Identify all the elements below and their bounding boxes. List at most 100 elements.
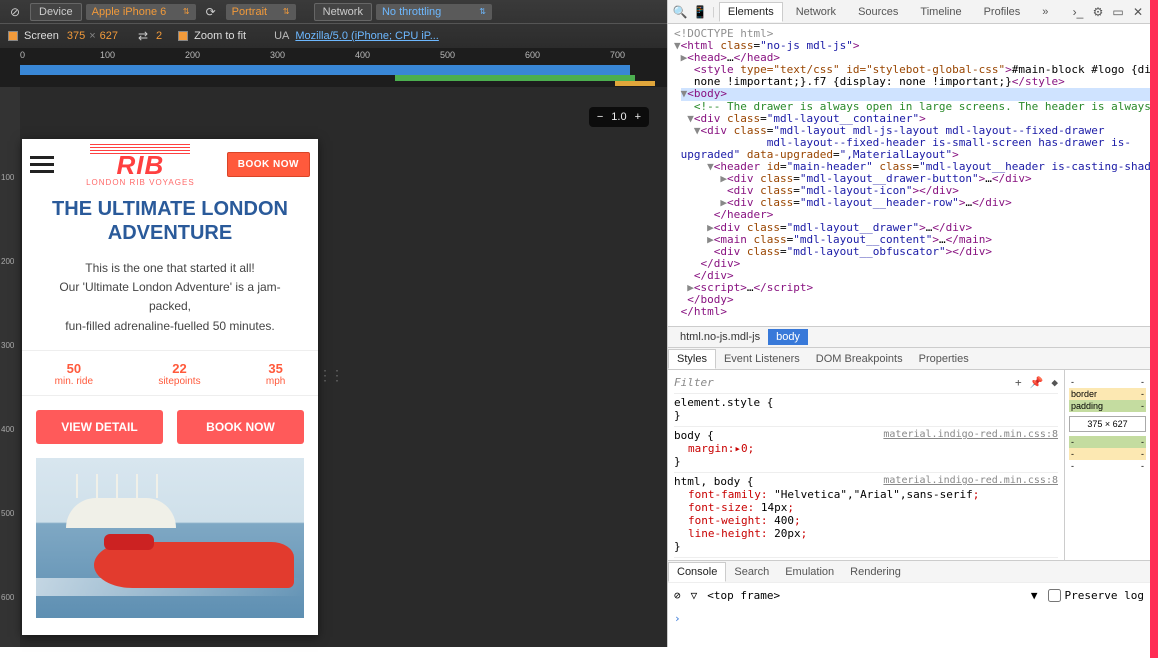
devtools-panel: 🔍 📱 | Elements Network Sources Timeline … xyxy=(667,0,1150,647)
ua-value[interactable]: Mozilla/5.0 (iPhone; CPU iP... xyxy=(295,30,438,42)
devtools-toolbar: 🔍 📱 | Elements Network Sources Timeline … xyxy=(668,0,1150,24)
subtab-dom-breakpoints[interactable]: DOM Breakpoints xyxy=(808,350,911,368)
toggle-arrow[interactable]: ▶ xyxy=(687,281,694,294)
css-source-link[interactable]: material.indigo-red.min.css:8 xyxy=(883,429,1058,440)
context-select[interactable]: <top frame> xyxy=(707,589,780,602)
tab-network[interactable]: Network xyxy=(787,2,845,22)
hamburger-icon[interactable] xyxy=(30,152,54,176)
drawer-tab-search[interactable]: Search xyxy=(726,563,777,581)
inspect-icon[interactable]: 🔍 xyxy=(672,4,688,20)
device-mode-icon[interactable]: 📱 xyxy=(692,4,708,20)
device-select[interactable]: Apple iPhone 6 ⇅ xyxy=(86,4,196,20)
hero-title: THE ULTIMATE LONDON ADVENTURE xyxy=(22,189,318,251)
device-value: Apple iPhone 6 xyxy=(92,6,167,18)
styles-rules[interactable]: Filter + 📌 ◆ element.style {} material.i… xyxy=(668,370,1064,560)
dom-tree[interactable]: <!DOCTYPE html> ▼<html class="no-js mdl-… xyxy=(668,24,1150,326)
tab-timeline[interactable]: Timeline xyxy=(911,2,970,22)
chevron-icon: ⇅ xyxy=(283,7,290,16)
screen-checkbox[interactable] xyxy=(8,31,18,41)
toggle-arrow[interactable]: ▼ xyxy=(674,39,681,52)
crumb-html[interactable]: html.no-js.mdl-js xyxy=(672,329,768,345)
ruler-tick: 600 xyxy=(1,593,14,602)
throttling-select[interactable]: No throttling⇅ xyxy=(376,4,492,20)
vertical-ruler: 100 200 300 400 500 600 xyxy=(0,87,20,647)
zoom-out-icon[interactable]: − xyxy=(597,111,603,123)
screen-width[interactable]: 375 xyxy=(67,30,85,42)
stat-item: 50min. ride xyxy=(55,361,93,387)
preserve-log-checkbox[interactable] xyxy=(1048,589,1061,602)
drawer-tab-console[interactable]: Console xyxy=(668,562,726,582)
filter-icon[interactable]: ▽ xyxy=(691,589,698,602)
book-now-button[interactable]: BOOK NOW xyxy=(227,152,310,177)
orientation-select[interactable]: Portrait⇅ xyxy=(226,4,296,20)
stat-num: 35 xyxy=(266,361,285,376)
bm-border-label: border xyxy=(1071,389,1097,399)
doctype: <!DOCTYPE html> xyxy=(674,27,773,40)
ruler-tick: 500 xyxy=(1,509,14,518)
ruler-tick: 300 xyxy=(1,341,14,350)
book-now-button-large[interactable]: BOOK NOW xyxy=(177,410,304,444)
reload-icon[interactable]: ⟳ xyxy=(204,5,218,19)
preserve-log-label: Preserve log xyxy=(1065,589,1144,602)
close-icon[interactable]: ✕ xyxy=(1130,4,1146,20)
crumb-body[interactable]: body xyxy=(768,329,808,345)
toggle-arrow[interactable]: ▼ xyxy=(707,160,714,173)
toggle-state-icon[interactable]: 📌 xyxy=(1030,376,1044,389)
styles-body: Filter + 📌 ◆ element.style {} material.i… xyxy=(668,370,1150,560)
breadcrumb-trail: html.no-js.mdl-js body xyxy=(668,326,1150,348)
box-model: -- border- padding- 375 × 627 -- -- -- xyxy=(1064,370,1150,560)
style-attrs: type="text/css" id="stylebot-global-css" xyxy=(740,63,1005,76)
context-chevron-icon[interactable]: ▼ xyxy=(1031,589,1038,602)
tick: 100 xyxy=(100,50,115,60)
css-source-link[interactable]: material.indigo-red.min.css:8 xyxy=(883,475,1058,486)
resize-grip[interactable]: ⋮⋮ xyxy=(318,367,342,384)
toggle-arrow[interactable]: ▼ xyxy=(687,112,694,125)
settings-gear-icon[interactable]: ⚙ xyxy=(1090,4,1106,20)
zoom-value: 1.0 xyxy=(611,111,626,123)
more-icon[interactable]: ◆ xyxy=(1051,376,1058,389)
ruler-tick: 200 xyxy=(1,257,14,266)
drawer-tab-rendering[interactable]: Rendering xyxy=(842,563,909,581)
rule-selector: html, body { xyxy=(674,475,753,488)
device-label: Device xyxy=(30,3,82,21)
tick: 600 xyxy=(525,50,540,60)
toggle-arrow[interactable]: ▶ xyxy=(720,196,727,209)
dock-icon[interactable]: ▭ xyxy=(1110,4,1126,20)
right-strip xyxy=(1150,0,1158,658)
styles-tabs: Styles Event Listeners DOM Breakpoints P… xyxy=(668,348,1150,370)
toggle-arrow[interactable]: ▶ xyxy=(707,233,714,246)
zoom-in-icon[interactable]: + xyxy=(635,111,641,123)
zoom-control[interactable]: − 1.0 + xyxy=(589,107,649,127)
add-rule-icon[interactable]: + xyxy=(1015,376,1022,389)
screen-label: Screen xyxy=(24,30,59,42)
block-icon[interactable]: ⊘ xyxy=(8,5,22,19)
toggle-arrow[interactable]: ▶ xyxy=(720,172,727,185)
subtab-properties[interactable]: Properties xyxy=(911,350,977,368)
subtab-event-listeners[interactable]: Event Listeners xyxy=(716,350,808,368)
tab-sources[interactable]: Sources xyxy=(849,2,907,22)
swap-icon[interactable]: ⇄ xyxy=(136,29,150,43)
zoom-checkbox[interactable] xyxy=(178,31,188,41)
tick: 700 xyxy=(610,50,625,60)
subtab-styles[interactable]: Styles xyxy=(668,349,716,369)
filter-input[interactable]: Filter xyxy=(674,376,714,389)
network-label: Network xyxy=(314,3,372,21)
screen-height[interactable]: 627 xyxy=(100,30,118,42)
tab-profiles[interactable]: Profiles xyxy=(975,2,1030,22)
toggle-arrow[interactable]: ▶ xyxy=(707,221,714,234)
rendered-page: RIB LONDON RIB VOYAGES BOOK NOW THE ULTI… xyxy=(22,139,318,635)
view-detail-button[interactable]: VIEW DETAIL xyxy=(36,410,163,444)
tabs-overflow[interactable]: » xyxy=(1033,2,1057,22)
drawer-tab-emulation[interactable]: Emulation xyxy=(777,563,842,581)
toggle-arrow[interactable]: ▼ xyxy=(694,124,701,137)
device-toolbar: ⊘ Device Apple iPhone 6 ⇅ ⟳ Portrait⇅ Net… xyxy=(0,0,667,48)
console-toggle-icon[interactable]: ›_ xyxy=(1070,4,1086,20)
logo-subtext: LONDON RIB VOYAGES xyxy=(86,178,195,187)
css-prop[interactable]: margin:▸0; xyxy=(688,442,754,455)
console-prompt[interactable]: › xyxy=(668,608,1150,629)
tab-elements[interactable]: Elements xyxy=(719,2,783,22)
chevron-icon: ⇅ xyxy=(183,7,190,16)
content-size: 375 × 627 xyxy=(1069,416,1146,432)
stat-item: 22sitepoints xyxy=(158,361,200,387)
clear-console-icon[interactable]: ⊘ xyxy=(674,589,681,602)
